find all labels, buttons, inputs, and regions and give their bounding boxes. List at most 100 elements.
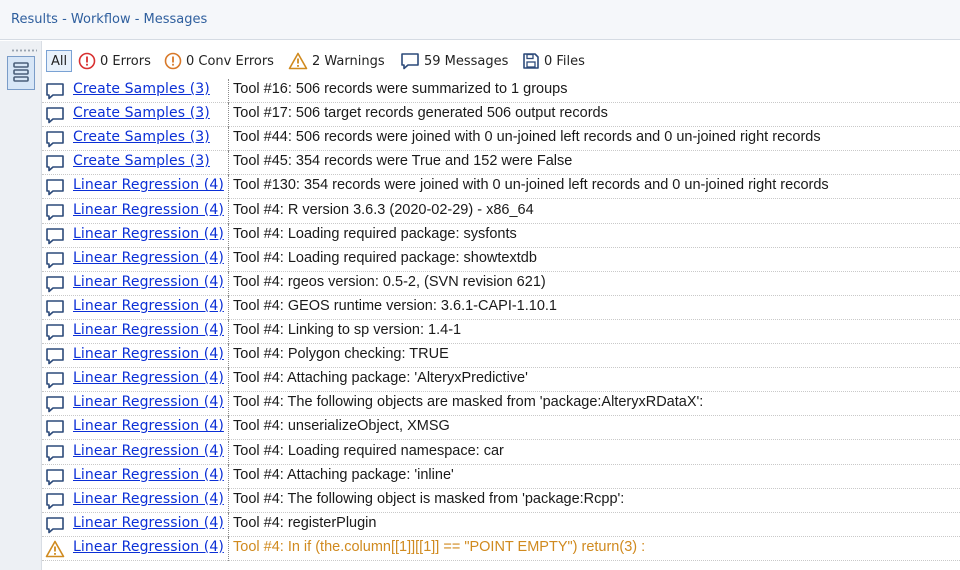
column-separator (228, 488, 229, 513)
message-text: Tool #44: 506 records were joined with 0… (233, 129, 821, 146)
results-title-bar: Results - Workflow - Messages (0, 0, 960, 40)
all-filter-button[interactable]: All (46, 50, 73, 72)
errors-filter-button[interactable]: 0 Errors (78, 50, 151, 72)
window-title: Results - Workflow - Messages (11, 12, 208, 27)
conv-errors-label: 0 Conv Errors (186, 53, 274, 69)
column-separator (228, 320, 229, 344)
warning-icon (45, 540, 65, 558)
message-row[interactable]: Linear Regression (4) Tool #4: Attaching … (42, 464, 960, 489)
all-label: All (51, 53, 68, 69)
row-divider (42, 559, 960, 561)
message-row[interactable]: Linear Regression (4) Tool #4: unserializ… (42, 416, 960, 441)
warnings-label: 2 Warnings (312, 53, 385, 69)
message-text: Tool #4: Linking to sp version: 1.4-1 (233, 322, 462, 338)
message-text: Tool #4: unserializeObject, XMSG (233, 418, 450, 435)
message-row[interactable]: Linear Regression (4) Tool #4: The follow… (42, 392, 960, 417)
messages-filter-button[interactable]: 59 Messages (400, 50, 508, 72)
tool-link[interactable]: Linear Regression (4) (73, 515, 224, 531)
tool-link[interactable]: Linear Regression (4) (73, 491, 224, 507)
message-icon (45, 347, 65, 365)
message-text: Tool #4: R version 3.6.3 (2020-02-29) - … (233, 201, 534, 218)
message-text: Tool #4: registerPlugin (233, 514, 377, 531)
message-text: Tool #4: Attaching package: 'AlteryxPred… (233, 370, 528, 387)
drag-grip-icon[interactable] (11, 49, 37, 52)
column-separator (228, 271, 229, 296)
messages-label: 59 Messages (424, 53, 509, 69)
message-row[interactable]: Linear Regression (4) Tool #4: Loading re… (42, 223, 960, 248)
message-icon (45, 251, 65, 269)
tool-link[interactable]: Create Samples (3) (73, 105, 210, 121)
tool-link[interactable]: Linear Regression (4) (73, 394, 224, 410)
message-row[interactable]: Create Samples (3) Tool #17: 506 target r… (42, 103, 960, 128)
message-row[interactable]: Linear Regression (4) Tool #4: rgeos vers… (42, 271, 960, 296)
warning-icon (288, 52, 308, 70)
tool-link[interactable]: Linear Regression (4) (73, 250, 224, 266)
column-separator (228, 344, 229, 369)
message-icon (45, 130, 65, 148)
message-row[interactable]: Create Samples (3) Tool #45: 354 records … (42, 151, 960, 176)
message-icon (45, 299, 65, 317)
tool-link[interactable]: Create Samples (3) (73, 153, 210, 169)
tool-link[interactable]: Create Samples (3) (73, 129, 210, 145)
tool-link[interactable]: Linear Regression (4) (73, 298, 224, 314)
message-row[interactable]: Linear Regression (4) Tool #4: Loading re… (42, 440, 960, 465)
message-icon (45, 227, 65, 245)
message-text: Tool #45: 354 records were True and 152 … (233, 153, 573, 170)
message-text: Tool #4: The following objects are maske… (233, 394, 704, 411)
tool-link[interactable]: Linear Regression (4) (73, 418, 224, 434)
tool-link[interactable]: Linear Regression (4) (73, 226, 224, 242)
tool-link[interactable]: Linear Regression (4) (73, 467, 224, 483)
message-icon (45, 275, 65, 293)
column-separator (228, 440, 229, 465)
message-row[interactable]: Linear Regression (4) Tool #4: Loading re… (42, 247, 960, 272)
messages-list: Create Samples (3) Tool #16: 506 records … (42, 79, 960, 570)
message-row[interactable]: Create Samples (3) Tool #16: 506 records … (42, 79, 960, 103)
message-icon (45, 323, 65, 341)
column-separator (228, 127, 229, 152)
conv-errors-filter-button[interactable]: 0 Conv Errors (164, 50, 274, 72)
message-row[interactable]: Linear Regression (4) Tool #4: registerPl… (42, 512, 960, 537)
message-text: Tool #4: The following object is masked … (233, 490, 625, 507)
column-separator (228, 247, 229, 272)
message-text: Tool #4: Loading required namespace: car (233, 442, 504, 459)
tool-link[interactable]: Linear Regression (4) (73, 177, 224, 193)
column-separator (228, 151, 229, 176)
tool-link[interactable]: Linear Regression (4) (73, 274, 224, 290)
tool-link[interactable]: Linear Regression (4) (73, 539, 224, 555)
message-row[interactable]: Linear Regression (4) Tool #4: R version … (42, 199, 960, 224)
tool-link[interactable]: Linear Regression (4) (73, 443, 224, 459)
message-icon (45, 492, 65, 510)
message-icon (45, 371, 65, 389)
column-separator (228, 295, 229, 320)
message-icon (45, 82, 65, 100)
message-row[interactable]: Create Samples (3) Tool #44: 506 records … (42, 127, 960, 152)
tool-link[interactable]: Linear Regression (4) (73, 346, 224, 362)
files-filter-button[interactable]: 0 Files (522, 50, 585, 72)
message-row[interactable]: Linear Regression (4) Tool #4: Polygon ch… (42, 344, 960, 369)
filter-toolbar: All 0 Errors 0 Conv Errors 2 Warnings 59… (42, 41, 960, 79)
left-strip (0, 41, 42, 570)
column-separator (228, 392, 229, 417)
column-separator (228, 103, 229, 128)
error-icon (78, 52, 96, 70)
message-row[interactable]: Linear Regression (4) Tool #4: In if (the… (42, 536, 960, 561)
warnings-filter-button[interactable]: 2 Warnings (288, 50, 385, 72)
tool-link[interactable]: Linear Regression (4) (73, 370, 224, 386)
tool-link[interactable]: Linear Regression (4) (73, 202, 224, 218)
errors-label: 0 Errors (100, 53, 151, 69)
tool-link[interactable]: Linear Regression (4) (73, 322, 224, 338)
message-row[interactable]: Linear Regression (4) Tool #130: 354 reco… (42, 175, 960, 200)
message-row[interactable]: Linear Regression (4) Tool #4: Attaching … (42, 368, 960, 393)
tool-link[interactable]: Create Samples (3) (73, 81, 210, 97)
message-row[interactable]: Linear Regression (4) Tool #4: The follow… (42, 488, 960, 513)
message-icon (45, 203, 65, 221)
list-view-button[interactable] (7, 56, 35, 90)
message-text: Tool #130: 354 records were joined with … (233, 177, 829, 194)
column-separator (228, 79, 229, 103)
file-icon (523, 53, 539, 69)
column-separator (228, 223, 229, 248)
message-text: Tool #4: Loading required package: sysfo… (233, 225, 517, 242)
message-row[interactable]: Linear Regression (4) Tool #4: GEOS runti… (42, 295, 960, 320)
message-row[interactable]: Linear Regression (4) Tool #4: Linking to… (42, 320, 960, 344)
conv-error-icon (164, 52, 182, 70)
